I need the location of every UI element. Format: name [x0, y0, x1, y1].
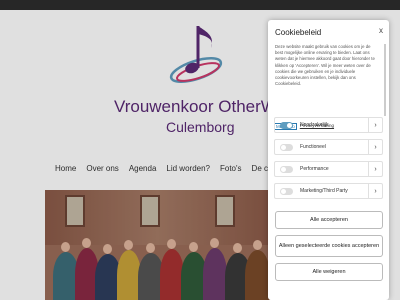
category-row-necessary: Noodzakelijk › — [274, 117, 383, 133]
cookie-description: Deze website maakt gebruik van cookies o… — [275, 44, 375, 87]
chevron-right-icon[interactable]: › — [368, 140, 382, 154]
category-row-functional: Functioneel › — [274, 139, 383, 155]
category-label: Noodzakelijk — [300, 122, 329, 128]
accept-all-button[interactable]: Alle accepteren — [275, 211, 383, 229]
category-row-marketing: Marketing/Third Party › — [274, 183, 383, 199]
toggle-marketing[interactable] — [280, 187, 293, 195]
toggle-necessary[interactable] — [280, 121, 293, 129]
toggle-performance[interactable] — [280, 165, 293, 173]
chevron-right-icon[interactable]: › — [368, 118, 382, 132]
toggle-functional[interactable] — [280, 143, 293, 151]
description-scrollbar[interactable] — [384, 44, 386, 116]
chevron-right-icon[interactable]: › — [368, 184, 382, 198]
category-label: Performance — [300, 166, 329, 172]
cookie-consent-dialog: Cookiebeleid x Deze website maakt gebrui… — [268, 20, 389, 300]
chevron-right-icon[interactable]: › — [368, 162, 382, 176]
category-label: Marketing/Third Party — [300, 188, 348, 194]
reject-all-button[interactable]: Alle weigeren — [275, 263, 383, 281]
close-icon[interactable]: x — [379, 26, 383, 35]
category-row-performance: Performance › — [274, 161, 383, 177]
accept-selected-button[interactable]: Alleen geselecteerde cookies accepteren — [275, 235, 383, 257]
category-label: Functioneel — [300, 144, 326, 150]
cookie-dialog-title: Cookiebeleid — [275, 28, 322, 37]
